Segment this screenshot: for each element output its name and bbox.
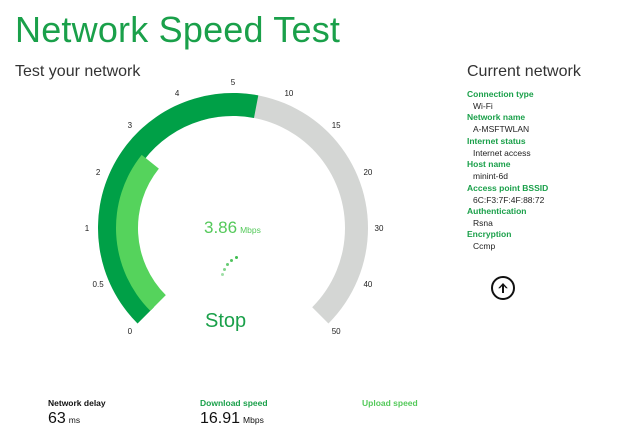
info-label: Encryption: [467, 229, 512, 240]
network-delay-label: Network delay: [48, 398, 106, 408]
current-speed-readout: 3.86 Mbps: [204, 218, 261, 238]
info-value: Wi-Fi: [473, 101, 493, 111]
gauge-tick-label: 0.5: [93, 280, 105, 289]
info-label: Access point BSSID: [467, 182, 549, 193]
gauge-tick-label: 0: [128, 327, 133, 336]
info-item-encryption: Encryption Ccmp: [467, 229, 627, 252]
info-value: 6C:F3:7F:4F:88:72: [473, 194, 545, 205]
gauge-tick-label: 1: [85, 224, 90, 233]
info-item-network-name: Network name A-MSFTWLAN: [467, 112, 627, 135]
gauge-tick-label: 4: [175, 89, 180, 98]
gauge-tick-label: 40: [363, 280, 372, 289]
info-item-internet-status: Internet status Internet access: [467, 136, 627, 159]
info-value: Rsna: [473, 218, 493, 229]
info-value: Ccmp: [473, 241, 496, 252]
info-value: minint-6d: [473, 171, 508, 182]
info-label: Connection type: [467, 89, 534, 99]
download-speed-unit: Mbps: [243, 415, 264, 425]
info-label: Internet status: [467, 135, 526, 146]
info-item-access-point-bssid: Access point BSSID 6C:F3:7F:4F:88:72: [467, 183, 627, 206]
progress-spinner-icon: [218, 254, 242, 278]
info-label: Authentication: [467, 206, 527, 217]
info-label: Network name: [467, 112, 526, 123]
speed-test-app: Network Speed Test Test your network Cur…: [0, 0, 640, 443]
download-speed-stat: Download speed 16.91 Mbps: [200, 398, 268, 430]
info-label: Host name: [467, 159, 511, 170]
gauge-tick-label: 10: [284, 89, 293, 98]
upload-speed-stat: Upload speed: [362, 398, 418, 409]
gauge-tick-label: 15: [332, 121, 341, 130]
gauge-tick-label: 2: [96, 168, 101, 177]
current-speed-unit: Mbps: [240, 225, 261, 235]
info-item-host-name: Host name minint-6d: [467, 159, 627, 182]
circle-arrow-up-button[interactable]: [491, 276, 515, 300]
info-value: A-MSFTWLAN: [473, 124, 530, 135]
info-item-authentication: Authentication Rsna: [467, 206, 627, 229]
arrow-up-icon: [498, 283, 508, 293]
gauge-tick-label: 50: [332, 327, 341, 336]
info-item-connection-type: Connection type Wi-Fi: [467, 89, 627, 112]
gauge-tick-label: 30: [375, 224, 384, 233]
stop-button[interactable]: Stop: [205, 308, 263, 334]
download-speed-label: Download speed: [200, 398, 268, 408]
gauge-tick-label: 3: [128, 121, 133, 130]
gauge-tick-label: 5: [231, 78, 236, 87]
network-delay-unit: ms: [68, 415, 81, 425]
gauge-tick-label: 20: [363, 168, 372, 177]
download-speed-value: 16.91: [200, 410, 241, 427]
current-speed-value: 3.86: [204, 218, 238, 237]
network-delay-value: 63: [48, 410, 66, 427]
network-delay-stat: Network delay 63 ms: [48, 398, 106, 430]
current-network-info: Connection type Wi-Fi Network name A-MSF…: [467, 89, 627, 253]
info-value: Internet access: [473, 147, 531, 158]
upload-speed-label: Upload speed: [362, 398, 418, 408]
